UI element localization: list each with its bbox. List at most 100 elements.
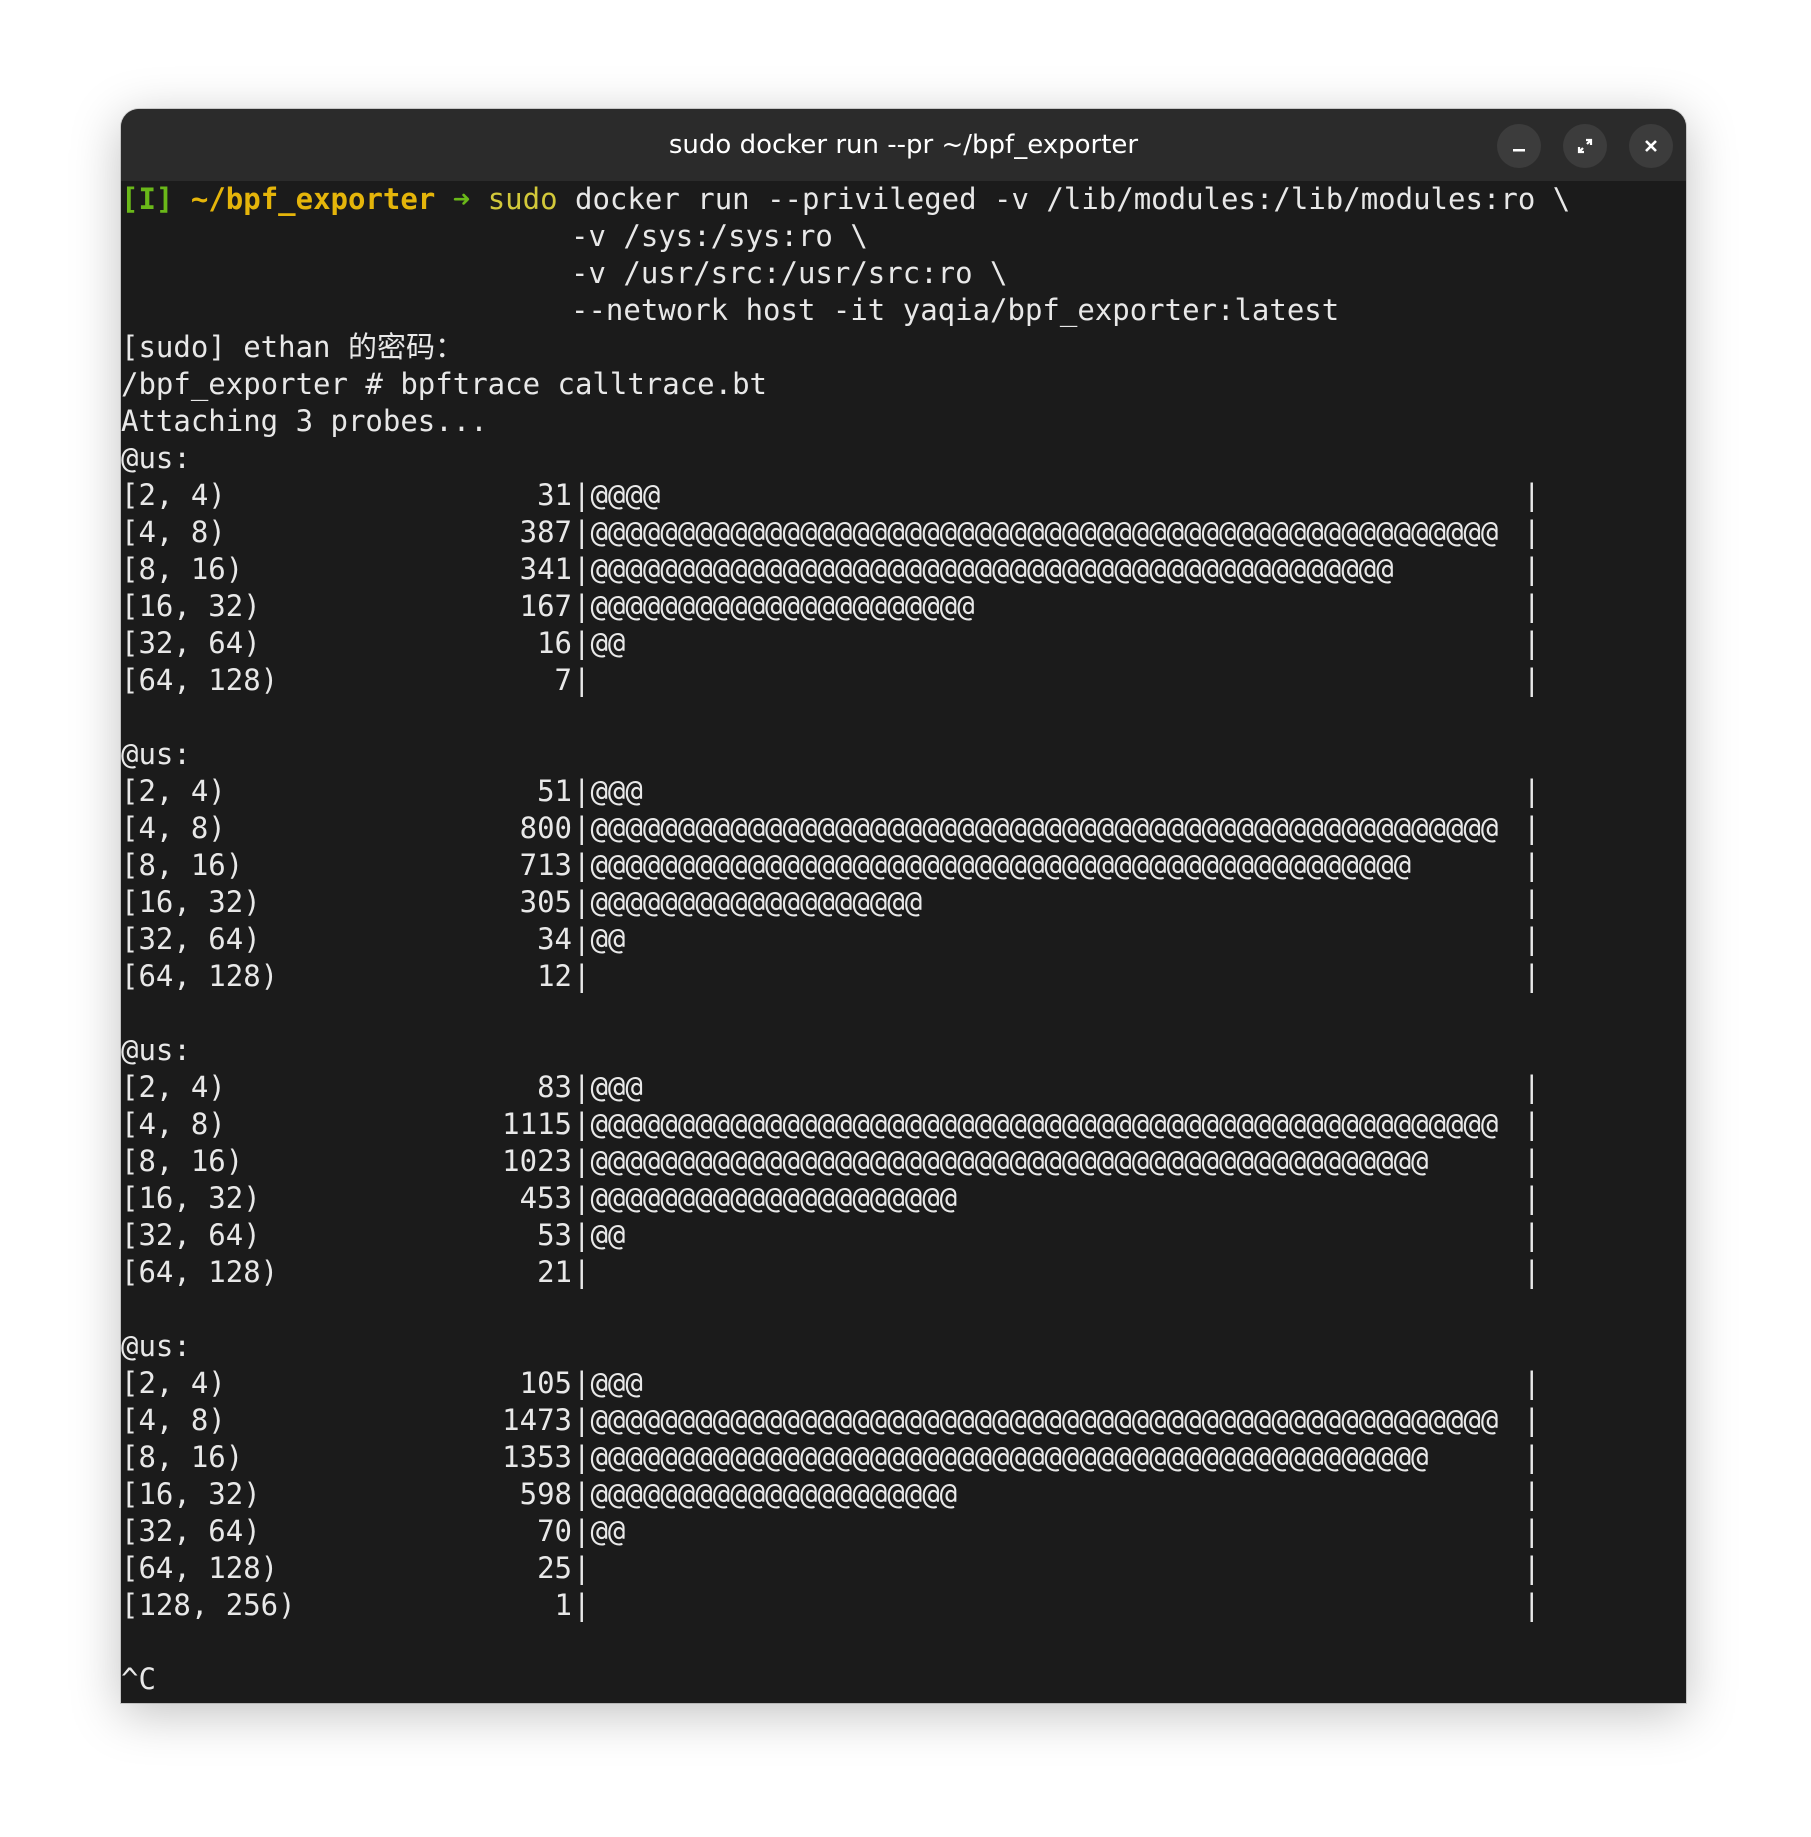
histogram-row: [16, 32) 598 |@@@@@@@@@@@@@@@@@@@@@ | bbox=[121, 1476, 1686, 1513]
histogram-range: [32, 64) bbox=[121, 626, 261, 660]
histogram-row: [4, 8) 387 |@@@@@@@@@@@@@@@@@@@@@@@@@@@@@@… bbox=[121, 514, 1686, 551]
histogram-bar: |@@ bbox=[573, 922, 626, 956]
command-text: docker run --privileged -v /lib/modules:… bbox=[575, 182, 1571, 216]
histogram-bar-end: | bbox=[1523, 478, 1541, 512]
histogram-bar-end: | bbox=[1523, 811, 1541, 845]
histogram-count: 713 bbox=[519, 848, 572, 882]
histogram-bar-end: | bbox=[1523, 1107, 1541, 1141]
histogram-bar-end: | bbox=[1523, 1403, 1541, 1437]
histogram-bar-end: | bbox=[1523, 552, 1541, 586]
histogram-range: [8, 16) bbox=[121, 1144, 244, 1178]
histogram-bar-end: | bbox=[1523, 774, 1541, 808]
histogram-row: [2, 4) 51 |@@@ | bbox=[121, 773, 1686, 810]
histogram-range: [2, 4) bbox=[121, 774, 226, 808]
histogram-bar: |@@@@@@@@@@@@@@@@@@@@@@@@@@@@@@@@@@@@@@@… bbox=[573, 848, 1412, 882]
histogram-row: [64, 128) 7 | | bbox=[121, 662, 1686, 699]
prompt-cwd: ~/bpf_exporter bbox=[190, 182, 436, 216]
histogram-bar-end: | bbox=[1523, 848, 1541, 882]
histogram-range: [2, 4) bbox=[121, 1366, 226, 1400]
histogram-row: [16, 32) 453 |@@@@@@@@@@@@@@@@@@@@@ | bbox=[121, 1180, 1686, 1217]
histogram-bar-end: | bbox=[1523, 1477, 1541, 1511]
histogram-row: [2, 4) 31 |@@@@ | bbox=[121, 477, 1686, 514]
histogram-row: [8, 16) 341 |@@@@@@@@@@@@@@@@@@@@@@@@@@@@@… bbox=[121, 551, 1686, 588]
histogram-bar-end: | bbox=[1523, 885, 1541, 919]
close-icon bbox=[1645, 140, 1657, 152]
histogram-range: [16, 32) bbox=[121, 1477, 261, 1511]
histogram-range: [4, 8) bbox=[121, 1107, 226, 1141]
shell-command-line: /bpf_exporter # bpftrace calltrace.bt bbox=[121, 367, 768, 401]
histogram-count: 167 bbox=[519, 589, 572, 623]
histogram-count: 83 bbox=[537, 1070, 572, 1104]
histogram-output: @us: [2, 4) 31 |@@@@ | [4, 8) 387 |@@@@@@@@@@@@… bbox=[121, 440, 1686, 1661]
histogram-row: [2, 4) 105 |@@@ | bbox=[121, 1365, 1686, 1402]
prompt-mode-tag: [I] bbox=[121, 182, 174, 216]
close-button[interactable] bbox=[1629, 124, 1673, 168]
histogram-bar: |@@@@@@@@@@@@@@@@@@@@@@@@@@@@@@@@@@@@@@@… bbox=[573, 552, 1394, 586]
histogram-row: [64, 128) 21 | | bbox=[121, 1254, 1686, 1291]
histogram-bar: |@@@ bbox=[573, 1366, 643, 1400]
minimize-button[interactable] bbox=[1497, 124, 1541, 168]
title-bar[interactable]: sudo docker run --pr ~/bpf_exporter bbox=[121, 109, 1686, 181]
histogram-bar: |@@@@@@@@@@@@@@@@@@@@@ bbox=[573, 1477, 958, 1511]
histogram-count: 1115 bbox=[502, 1107, 572, 1141]
interrupt-line: ^C bbox=[121, 1662, 156, 1696]
histogram-bar: |@@@ bbox=[573, 1070, 643, 1104]
histogram-bar-end: | bbox=[1523, 959, 1541, 993]
histogram-count: 598 bbox=[519, 1477, 572, 1511]
histogram-label: @us: bbox=[121, 1033, 191, 1067]
histogram-count: 1473 bbox=[502, 1403, 572, 1437]
histogram-row: [4, 8) 800 |@@@@@@@@@@@@@@@@@@@@@@@@@@@@@@… bbox=[121, 810, 1686, 847]
histogram-range: [16, 32) bbox=[121, 589, 261, 623]
terminal-window: sudo docker run --pr ~/bpf_exporter [I] … bbox=[121, 109, 1686, 1703]
histogram-row: [16, 32) 167 |@@@@@@@@@@@@@@@@@@@@@@ | bbox=[121, 588, 1686, 625]
histogram-range: [8, 16) bbox=[121, 1440, 244, 1474]
histogram-range: [16, 32) bbox=[121, 1181, 261, 1215]
histogram-bar: |@@ bbox=[573, 626, 626, 660]
histogram-range: [64, 128) bbox=[121, 663, 279, 697]
histogram-range: [32, 64) bbox=[121, 922, 261, 956]
histogram-bar: |@@ bbox=[573, 1218, 626, 1252]
histogram-count: 800 bbox=[519, 811, 572, 845]
histogram-bar: |@@@@@@@@@@@@@@@@@@@@@@@@@@@@@@@@@@@@@@@… bbox=[573, 1144, 1429, 1178]
histogram-bar: |@@@@@@@@@@@@@@@@@@@@@@@@@@@@@@@@@@@@@@@… bbox=[573, 1403, 1499, 1437]
histogram-row: [8, 16) 1023 |@@@@@@@@@@@@@@@@@@@@@@@@@@@@… bbox=[121, 1143, 1686, 1180]
histogram-bar: |@@@@@@@@@@@@@@@@@@@@@@@@@@@@@@@@@@@@@@@… bbox=[573, 515, 1499, 549]
histogram-range: [8, 16) bbox=[121, 848, 244, 882]
histogram-bar: | bbox=[573, 959, 591, 993]
maximize-icon bbox=[1577, 138, 1593, 154]
histogram-count: 53 bbox=[537, 1218, 572, 1252]
sudo-password-prompt: [sudo] ethan 的密码： bbox=[121, 330, 464, 364]
histogram-bar: |@@@ bbox=[573, 774, 643, 808]
histogram-row: [32, 64) 70 |@@ | bbox=[121, 1513, 1686, 1550]
histogram-label: @us: bbox=[121, 1329, 191, 1363]
histogram-range: [64, 128) bbox=[121, 959, 279, 993]
histogram-bar-end: | bbox=[1523, 663, 1541, 697]
histogram-bar: | bbox=[573, 1255, 591, 1289]
histogram-bar: |@@@@@@@@@@@@@@@@@@@@@ bbox=[573, 1181, 958, 1215]
command-continuation: -v /sys:/sys:ro \ bbox=[571, 219, 868, 253]
histogram-bar-end: | bbox=[1523, 1070, 1541, 1104]
histogram-range: [8, 16) bbox=[121, 552, 244, 586]
histogram-bar-end: | bbox=[1523, 1366, 1541, 1400]
histogram-bar-end: | bbox=[1523, 1588, 1541, 1622]
histogram-row: [8, 16) 713 |@@@@@@@@@@@@@@@@@@@@@@@@@@@@@… bbox=[121, 847, 1686, 884]
histogram-count: 305 bbox=[519, 885, 572, 919]
prompt-line: [I] ~/bpf_exporter ➜ sudo docker run --p… bbox=[121, 181, 1686, 218]
histogram-bar-end: | bbox=[1523, 626, 1541, 660]
terminal-output[interactable]: [I] ~/bpf_exporter ➜ sudo docker run --p… bbox=[121, 181, 1686, 1703]
histogram-row: [4, 8) 1473 |@@@@@@@@@@@@@@@@@@@@@@@@@@@@@… bbox=[121, 1402, 1686, 1439]
histogram-bar: |@@@@@@@@@@@@@@@@@@@ bbox=[573, 885, 923, 919]
histogram-bar: |@@@@@@@@@@@@@@@@@@@@@@@@@@@@@@@@@@@@@@@… bbox=[573, 1440, 1429, 1474]
histogram-bar-end: | bbox=[1523, 922, 1541, 956]
histogram-count: 21 bbox=[537, 1255, 572, 1289]
histogram-count: 1353 bbox=[502, 1440, 572, 1474]
maximize-button[interactable] bbox=[1563, 124, 1607, 168]
histogram-row: [128, 256) 1 | | bbox=[121, 1587, 1686, 1624]
command-sudo: sudo bbox=[487, 182, 558, 216]
histogram-bar: |@@ bbox=[573, 1514, 626, 1548]
histogram-range: [64, 128) bbox=[121, 1255, 279, 1289]
histogram-range: [4, 8) bbox=[121, 1403, 226, 1437]
histogram-range: [4, 8) bbox=[121, 811, 226, 845]
